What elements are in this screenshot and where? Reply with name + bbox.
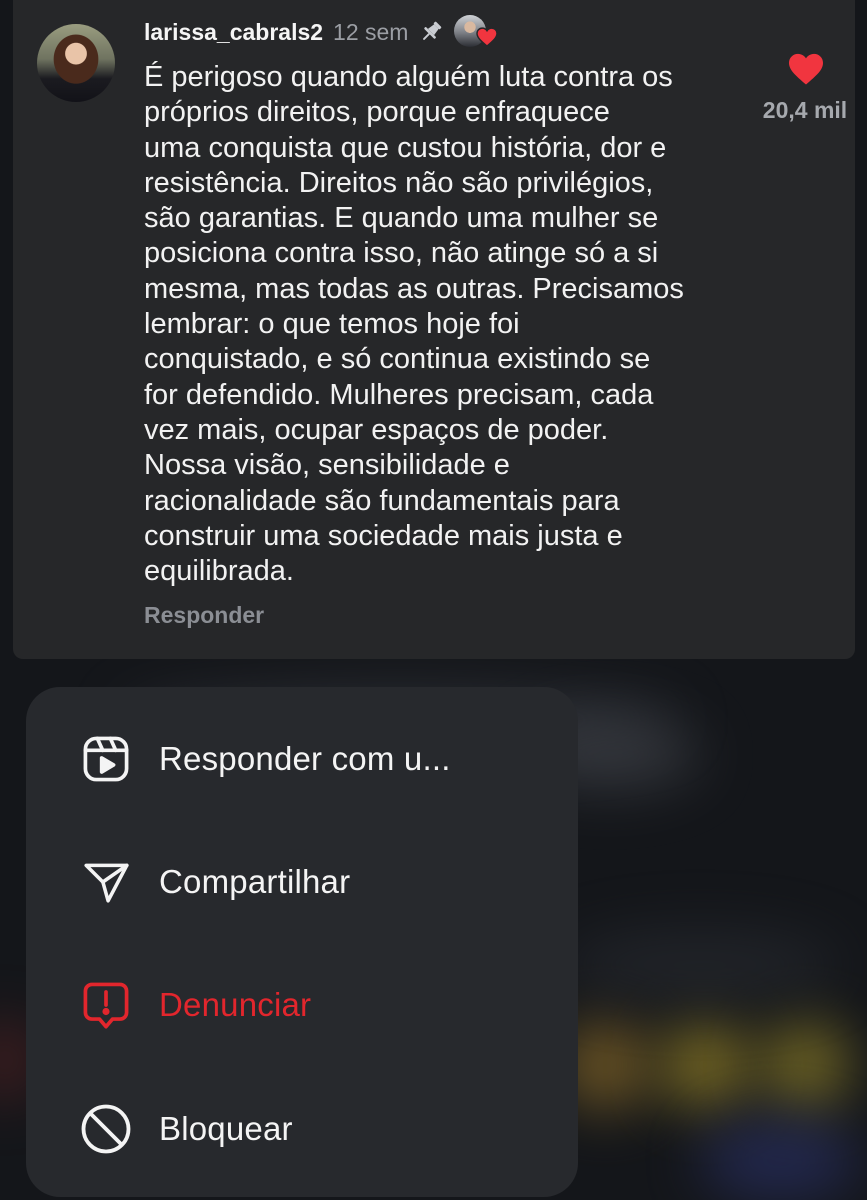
reply-button[interactable]: Responder bbox=[144, 602, 264, 629]
menu-item-report[interactable]: Denunciar bbox=[26, 955, 578, 1055]
menu-item-label: Responder com u... bbox=[159, 740, 451, 777]
creator-heart-icon bbox=[476, 27, 499, 47]
pin-icon bbox=[418, 19, 444, 45]
report-icon bbox=[78, 977, 134, 1033]
menu-item-label: Compartilhar bbox=[159, 863, 351, 900]
like-count[interactable]: 20,4 mil bbox=[745, 97, 865, 124]
username[interactable]: larissa_cabrals2 bbox=[144, 19, 323, 46]
reels-icon bbox=[78, 731, 134, 787]
block-icon bbox=[78, 1101, 134, 1157]
menu-item-block[interactable]: Bloquear bbox=[26, 1079, 578, 1179]
creator-liked-avatar bbox=[454, 15, 499, 49]
comment-options-menu: Responder com u... Compartilhar Denuncia… bbox=[26, 687, 578, 1197]
heart-icon[interactable] bbox=[787, 52, 825, 86]
menu-item-label: Denunciar bbox=[159, 986, 312, 1023]
comment-time: 12 sem bbox=[333, 18, 409, 45]
comment-card: larissa_cabrals2 12 sem É perigoso quand… bbox=[13, 0, 855, 659]
send-icon bbox=[78, 854, 134, 910]
comment-header: larissa_cabrals2 12 sem bbox=[144, 14, 499, 50]
menu-item-label: Bloquear bbox=[159, 1110, 293, 1147]
avatar[interactable] bbox=[37, 24, 115, 102]
menu-item-share[interactable]: Compartilhar bbox=[26, 832, 578, 932]
menu-item-reply-with-reel[interactable]: Responder com u... bbox=[26, 709, 578, 809]
comment-text: É perigoso quando alguém luta contra os … bbox=[144, 61, 684, 588]
